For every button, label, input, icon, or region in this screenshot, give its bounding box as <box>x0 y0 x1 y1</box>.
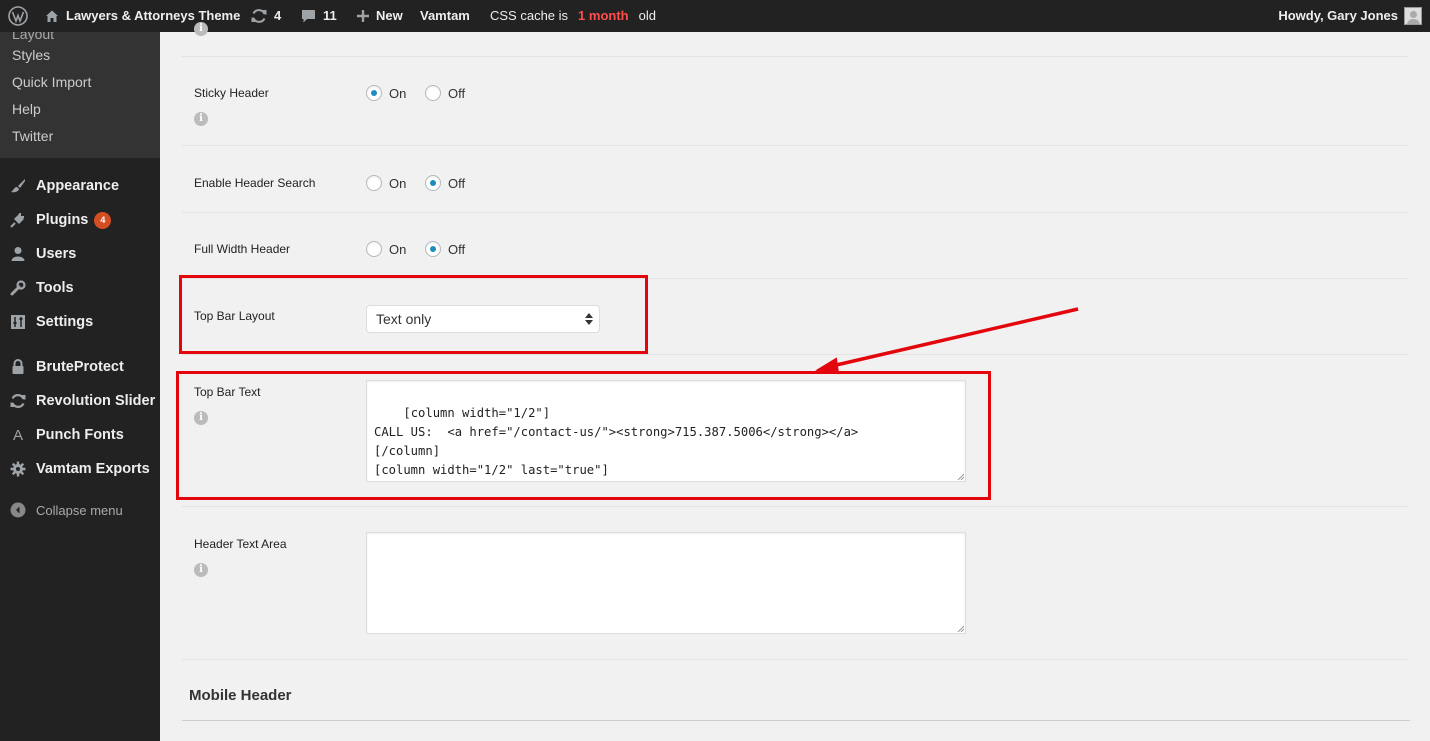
row-divider <box>182 145 1408 146</box>
sidebar-item-label: Punch Fonts <box>36 427 124 443</box>
sidebar-item-label: BruteProtect <box>36 359 124 375</box>
sidebar-item-plugins[interactable]: Plugins 4 <box>0 203 160 237</box>
sidebar-item-users[interactable]: Users <box>0 237 160 271</box>
full-width-header-off-radio[interactable] <box>425 241 441 257</box>
sidebar-item-tools[interactable]: Tools <box>0 271 160 305</box>
admin-bar: Lawyers & Attorneys Theme 4 11 New Vamta… <box>0 0 1430 32</box>
settings-icon <box>0 313 36 331</box>
refresh-icon <box>0 392 36 410</box>
comments-link[interactable]: 11 <box>300 0 337 32</box>
header-search-on-radio[interactable] <box>366 175 382 191</box>
header-text-area-label: Header Text Area <box>194 537 287 551</box>
appearance-submenu: Layout Styles Quick Import Help Twitter <box>0 32 160 158</box>
sidebar-item-settings[interactable]: Settings <box>0 305 160 339</box>
vamtam-link[interactable]: Vamtam <box>420 0 470 32</box>
row-divider <box>182 659 1408 660</box>
info-icon[interactable]: i <box>194 563 208 577</box>
radio-label-off: Off <box>448 242 466 257</box>
comment-icon <box>302 10 315 23</box>
highlight-box-top-bar-layout <box>179 275 648 354</box>
sticky-header-on-radio[interactable] <box>366 85 382 101</box>
collapse-menu-button[interactable]: Collapse menu <box>0 502 160 518</box>
info-icon[interactable]: i <box>194 112 208 126</box>
site-name-link[interactable]: Lawyers & Attorneys Theme <box>44 0 240 32</box>
row-divider <box>182 506 1408 507</box>
submenu-item-layout-partial[interactable]: Layout <box>12 32 54 42</box>
full-width-header-label: Full Width Header <box>194 242 291 256</box>
header-search-label: Enable Header Search <box>194 176 316 190</box>
updates-count: 4 <box>274 8 282 23</box>
wrench-icon <box>0 279 36 297</box>
collapse-menu-label: Collapse menu <box>36 502 123 518</box>
css-cache-notice[interactable]: CSS cache is 1 month old <box>490 0 656 32</box>
sidebar-item-label: Tools <box>36 280 74 296</box>
new-label: New <box>376 8 403 23</box>
sidebar-item-label: Appearance <box>36 178 120 194</box>
cache-prefix: CSS cache is <box>490 8 569 23</box>
submenu-item-quick-import[interactable]: Quick Import <box>12 74 91 90</box>
font-icon: A <box>12 426 23 444</box>
home-icon <box>46 10 58 22</box>
sidebar-item-label: Settings <box>36 314 94 330</box>
sidebar-item-appearance[interactable]: Appearance <box>0 169 160 203</box>
admin-sidebar: Layout Styles Quick Import Help Twitter … <box>0 32 160 741</box>
submenu-item-twitter[interactable]: Twitter <box>12 128 53 144</box>
highlight-box-top-bar-text <box>176 371 991 500</box>
mobile-header-section-title: Mobile Header <box>189 687 292 704</box>
updates-link[interactable]: 4 <box>250 0 281 32</box>
radio-label-on: On <box>389 242 407 257</box>
updates-icon <box>251 9 267 23</box>
sidebar-item-punch-fonts[interactable]: A Punch Fonts <box>0 418 160 452</box>
sidebar-item-label: Revolution Slider <box>36 393 156 409</box>
radio-label-off: Off <box>448 86 466 101</box>
header-text-area-textarea[interactable] <box>366 532 966 634</box>
cache-age: 1 month <box>578 8 629 23</box>
sidebar-item-label: Plugins <box>36 212 89 228</box>
plugin-icon <box>0 211 36 229</box>
radio-label-off: Off <box>448 176 466 191</box>
avatar <box>1404 7 1422 25</box>
full-width-header-on-radio[interactable] <box>366 241 382 257</box>
radio-label-on: On <box>389 176 407 191</box>
sticky-header-off-radio[interactable] <box>425 85 441 101</box>
site-name: Lawyers & Attorneys Theme <box>66 8 241 23</box>
submenu-item-styles[interactable]: Styles <box>12 47 50 63</box>
sidebar-item-revolution-slider[interactable]: Revolution Slider <box>0 384 160 418</box>
gear-icon <box>0 460 36 478</box>
sidebar-item-label: Vamtam Exports <box>36 461 150 477</box>
howdy-text: Howdy, Gary Jones <box>1278 8 1398 23</box>
radio-label-on: On <box>389 86 407 101</box>
section-divider <box>182 720 1410 721</box>
collapse-arrow-icon <box>0 502 36 518</box>
plus-icon <box>357 10 369 22</box>
row-divider <box>182 56 1408 57</box>
sticky-header-label: Sticky Header <box>194 86 269 100</box>
row-divider <box>182 354 1408 355</box>
plugins-update-badge: 4 <box>94 211 112 229</box>
sidebar-item-label: Users <box>36 246 77 262</box>
sidebar-item-vamtam-exports[interactable]: Vamtam Exports <box>0 452 160 486</box>
submenu-item-help[interactable]: Help <box>12 101 41 117</box>
comments-count: 11 <box>323 8 337 23</box>
new-content-link[interactable]: New <box>356 0 403 32</box>
paintbrush-icon <box>0 177 36 195</box>
cache-suffix: old <box>638 8 656 23</box>
sidebar-item-bruteprotect[interactable]: BruteProtect <box>0 350 160 384</box>
header-search-off-radio[interactable] <box>425 175 441 191</box>
row-divider <box>182 212 1408 213</box>
users-icon <box>0 245 36 263</box>
lock-icon <box>0 358 36 376</box>
info-icon[interactable]: i <box>194 22 208 36</box>
account-menu[interactable]: Howdy, Gary Jones <box>1278 0 1422 32</box>
resize-grip-icon[interactable] <box>956 624 964 632</box>
wordpress-logo-icon[interactable] <box>8 0 28 32</box>
